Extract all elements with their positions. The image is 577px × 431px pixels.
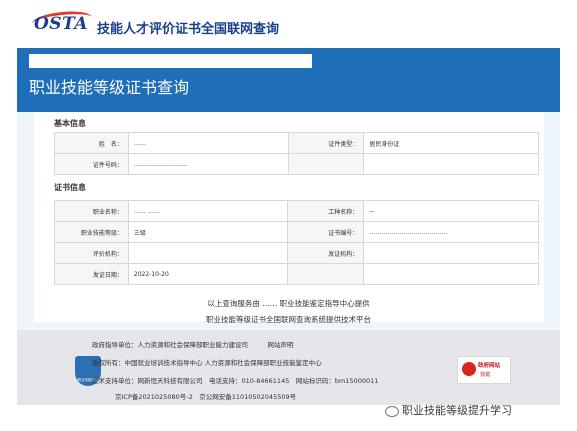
empty-value [363, 263, 539, 285]
name-label: 姓 名： [54, 132, 129, 154]
site-header: OSTA 技能人才评价证书全国联网查询 [0, 0, 577, 48]
page-title: 职业技能等级证书查询 [29, 78, 190, 97]
occupation-label: 职业名称： [54, 200, 129, 222]
footer-support: 技术支持单位：网新恒天科技有限公司 电话支持：010-84661145 网站标识… [92, 377, 379, 385]
table-row: 评价机构： 发证机构： [54, 242, 539, 264]
query-panel: 职业技能等级证书查询 基本信息 姓 名： …… 证件类型： 居民身份证 证件号码… [17, 48, 560, 330]
occupation-value: …… …… [127, 200, 289, 222]
issuer-label: 发证机构： [287, 242, 365, 264]
footer-copyright: 版权所有：中国就业培训技术指导中心 人力资源和社会保障部职业技能鉴定中心 [92, 359, 322, 367]
gov-emblem-icon [462, 362, 476, 376]
table-row: 姓 名： …… 证件类型： 居民身份证 [54, 132, 539, 154]
gov-error-report-button[interactable]: 政府网站 找错 [457, 356, 511, 384]
skill-level-value: 三级 [127, 221, 289, 243]
result-card: 基本信息 姓 名： …… 证件类型： 居民身份证 证件号码： ………………………… [34, 112, 544, 322]
platform-note: 职业技能等级证书全国联网查询系统提供技术平台 [206, 315, 371, 324]
id-type-value: 居民身份证 [363, 132, 539, 154]
watermark-text: 职业技能等级提升学习 [402, 404, 512, 417]
empty-label [287, 153, 365, 175]
eval-org-label: 评价机构： [54, 242, 129, 264]
empty-label [287, 263, 365, 285]
page-banner: 职业技能等级证书查询 [17, 48, 560, 112]
cert-number-value: ………………………………… [363, 221, 539, 243]
table-row: 职业名称： …… …… 工种名称： -- [54, 200, 539, 222]
site-footer: 职业技能鉴定 政府指导单位：人力资源和社会保障部职业能力建设司 网站声明 版权所… [17, 330, 560, 405]
cert-number-label: 证书编号： [287, 221, 365, 243]
name-value: …… [127, 132, 289, 154]
skill-level-label: 职业技能等级： [54, 221, 129, 243]
site-title: 技能人才评价证书全国联网查询 [97, 22, 280, 37]
footer-icp[interactable]: 京ICP备2021025080号-2 京公网安备11010502045509号 [115, 391, 296, 401]
section-heading-cert: 证书信息 [54, 183, 86, 192]
osta-logo[interactable]: OSTA [34, 14, 88, 34]
issue-date-value: 2022-10-20 [127, 263, 289, 285]
table-row: 证件号码： ……………………… [54, 153, 539, 175]
table-row: 职业技能等级： 三级 证书编号： ………………………………… [54, 221, 539, 243]
watermark: 职业技能等级提升学习 [385, 402, 512, 418]
issue-date-label: 发证日期： [54, 263, 129, 285]
id-number-label: 证件号码： [54, 153, 129, 175]
empty-value [363, 153, 539, 175]
eval-org-value [127, 242, 289, 264]
table-row: 发证日期： 2022-10-20 [54, 263, 539, 285]
basic-info-table: 姓 名： …… 证件类型： 居民身份证 证件号码： ……………………… [54, 132, 539, 175]
job-type-value: -- [363, 200, 539, 222]
section-heading-basic: 基本信息 [54, 119, 86, 128]
job-type-label: 工种名称： [287, 200, 365, 222]
gov-box-title: 政府网站 [478, 363, 501, 369]
id-number-value: ……………………… [127, 153, 289, 175]
cert-info-table: 职业名称： …… …… 工种名称： -- 职业技能等级： 三级 证书编号： ……… [54, 200, 539, 285]
id-type-label: 证件类型： [287, 132, 365, 154]
issuer-value [363, 242, 539, 264]
footer-guidance: 政府指导单位：人力资源和社会保障部职业能力建设司 网站声明 [92, 341, 294, 349]
redacted-field [29, 54, 312, 68]
service-provider-note: 以上查询服务由 …… 职业技能鉴定指导中心提供 [207, 299, 370, 308]
gov-box-subtitle: 找错 [480, 372, 491, 378]
wechat-icon [385, 405, 399, 417]
